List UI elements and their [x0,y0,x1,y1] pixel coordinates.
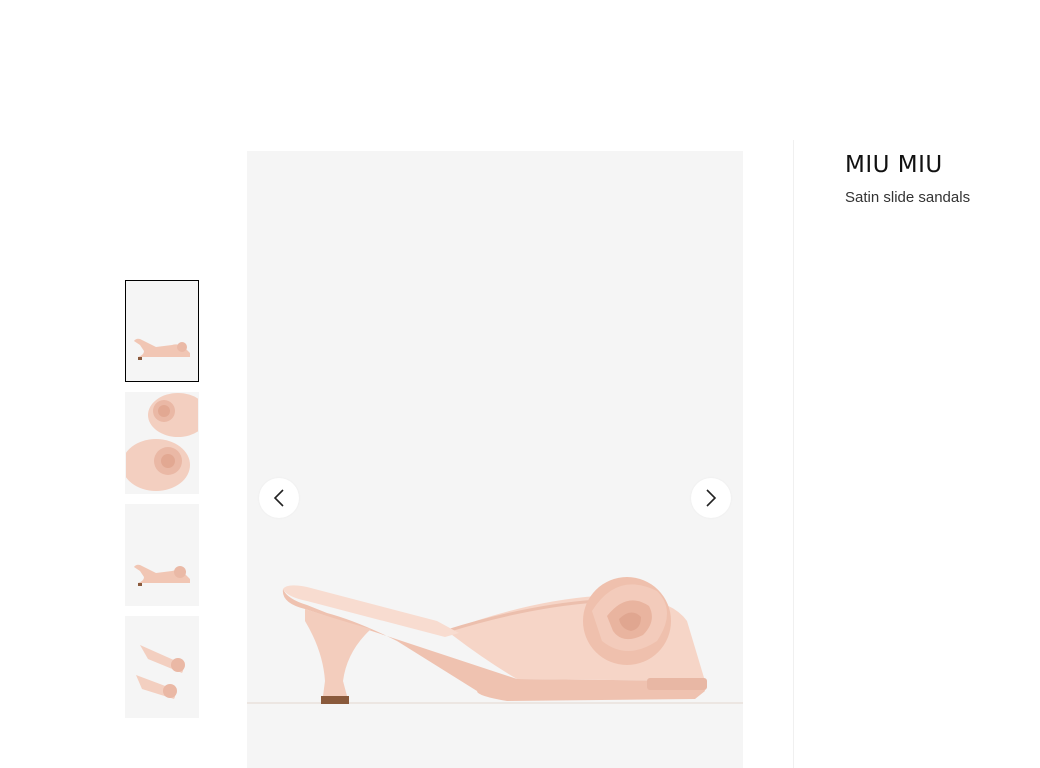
shoe-pair-thumbnail-image [136,645,185,699]
chevron-left-icon [273,489,284,507]
panel-divider [793,140,794,768]
thumbnail-list [125,280,199,728]
shoe-top-thumbnail-image [126,393,198,491]
shoe-main-image [247,577,743,704]
shoe-side-small-thumbnail-image [134,564,190,586]
thumbnail-3[interactable] [125,504,199,606]
previous-image-button[interactable] [259,478,299,518]
shoe-side-thumbnail-image [134,338,190,360]
thumbnail-1[interactable] [125,280,199,382]
next-image-button[interactable] [691,478,731,518]
chevron-right-icon [706,489,717,507]
thumbnail-2[interactable] [125,392,199,494]
thumbnail-4[interactable] [125,616,199,718]
brand-name[interactable]: MIU MIU [845,152,943,178]
main-product-image [247,151,743,768]
product-name: Satin slide sandals [845,189,971,206]
